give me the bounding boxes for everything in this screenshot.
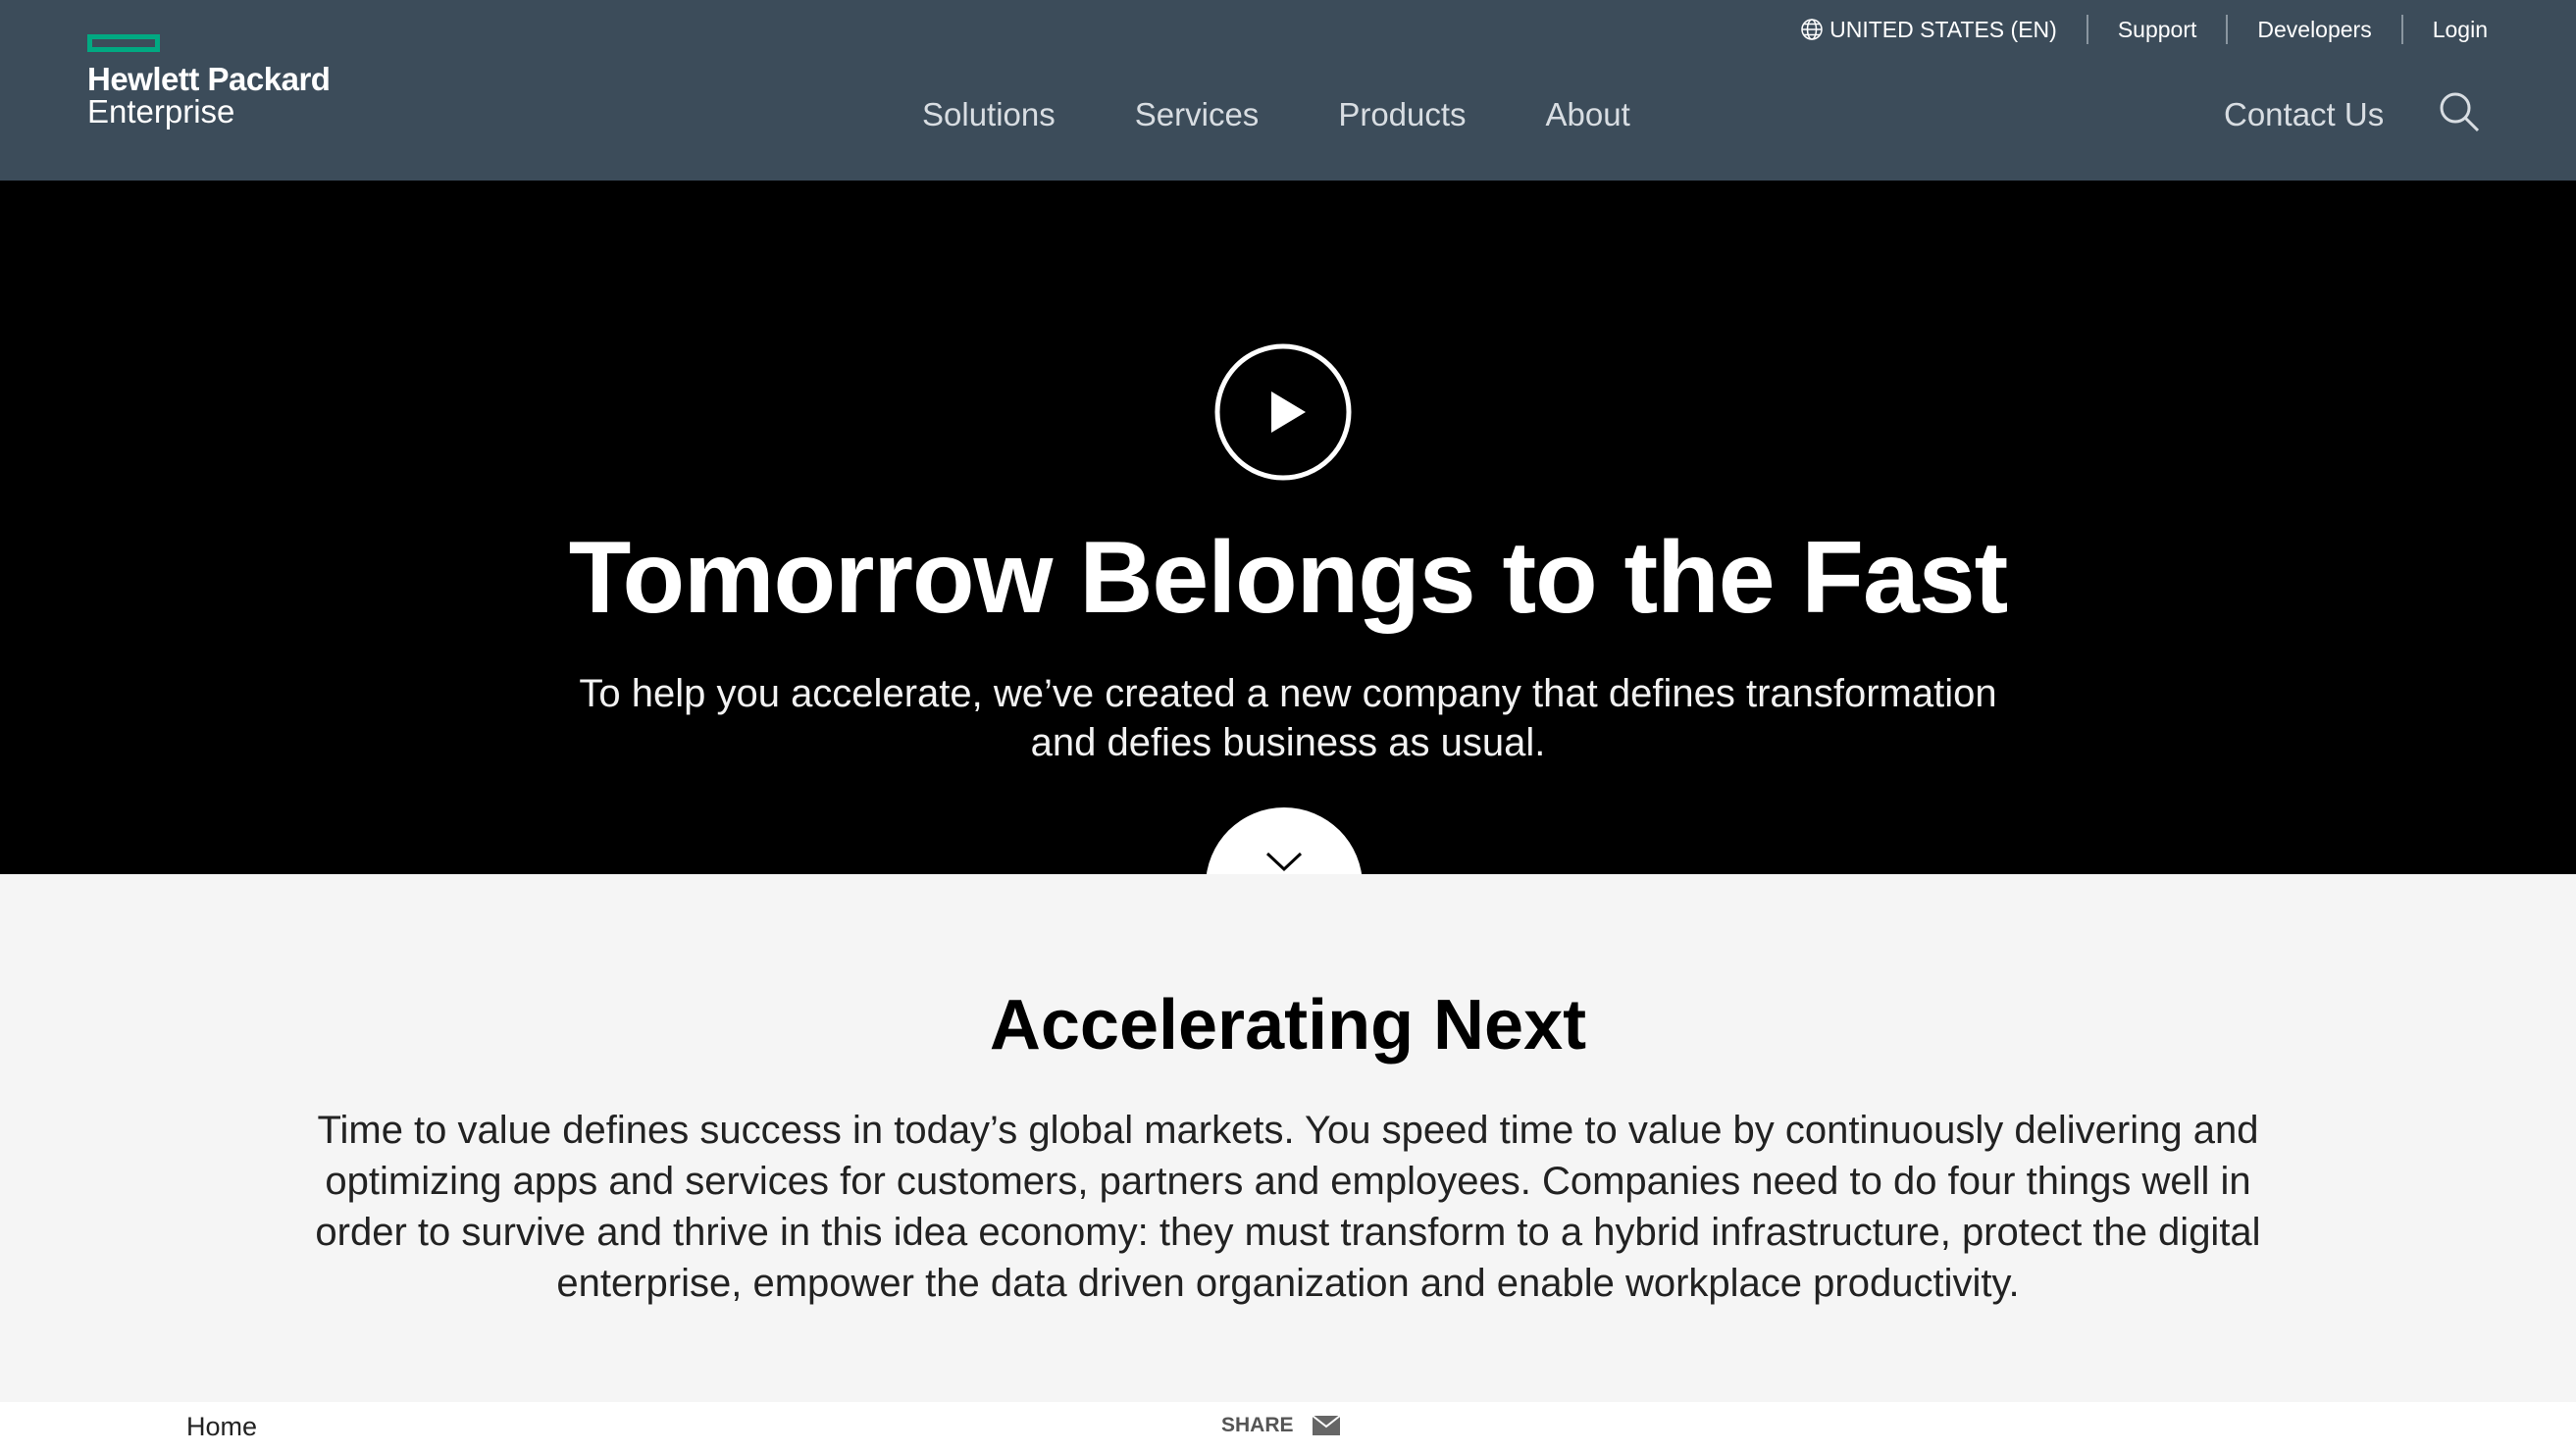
breadcrumb-home[interactable]: Home <box>186 1412 257 1442</box>
hero-title: Tomorrow Belongs to the Fast <box>568 521 2009 635</box>
accelerating-next-section: Accelerating Next Time to value defines … <box>0 874 2576 1402</box>
login-link[interactable]: Login <box>2403 17 2488 43</box>
bottom-bar: Home SHARE <box>0 1402 2576 1454</box>
globe-icon <box>1801 19 1823 40</box>
utility-nav: UNITED STATES (EN) Support Developers Lo… <box>1771 12 2488 47</box>
chevron-down-icon <box>1265 852 1303 872</box>
nav-solutions[interactable]: Solutions <box>922 96 1056 133</box>
share-button[interactable]: SHARE <box>1221 1414 1341 1437</box>
hero-subtitle: To help you accelerate, we’ve created a … <box>579 672 1997 764</box>
logo-text-line1: Hewlett Packard <box>87 61 331 97</box>
logo-text-line2: Enterprise <box>87 93 235 130</box>
nav-products[interactable]: Products <box>1338 96 1466 133</box>
region-selector[interactable]: UNITED STATES (EN) <box>1771 17 2087 43</box>
hero-banner: Tomorrow Belongs to the Fast To help you… <box>0 181 2576 964</box>
nav-services[interactable]: Services <box>1135 96 1260 133</box>
main-nav: Solutions Services Products About <box>922 90 1710 139</box>
nav-about[interactable]: About <box>1546 96 1630 133</box>
section-title: Accelerating Next <box>989 986 1587 1065</box>
contact-us-link[interactable]: Contact Us <box>2224 90 2384 139</box>
developers-link[interactable]: Developers <box>2228 17 2400 43</box>
search-icon[interactable] <box>2438 90 2481 133</box>
logo-mark <box>87 34 160 52</box>
region-label: UNITED STATES (EN) <box>1829 16 2057 42</box>
site-header: Hewlett Packard Enterprise UNITED STATES… <box>0 0 2576 181</box>
play-icon[interactable] <box>1214 343 1352 481</box>
mail-icon <box>1311 1415 1341 1435</box>
section-body: Time to value defines success in today’s… <box>315 1109 2261 1305</box>
hpe-logo[interactable]: Hewlett Packard Enterprise <box>87 34 331 130</box>
share-label: SHARE <box>1221 1414 1294 1436</box>
support-link[interactable]: Support <box>2088 17 2227 43</box>
